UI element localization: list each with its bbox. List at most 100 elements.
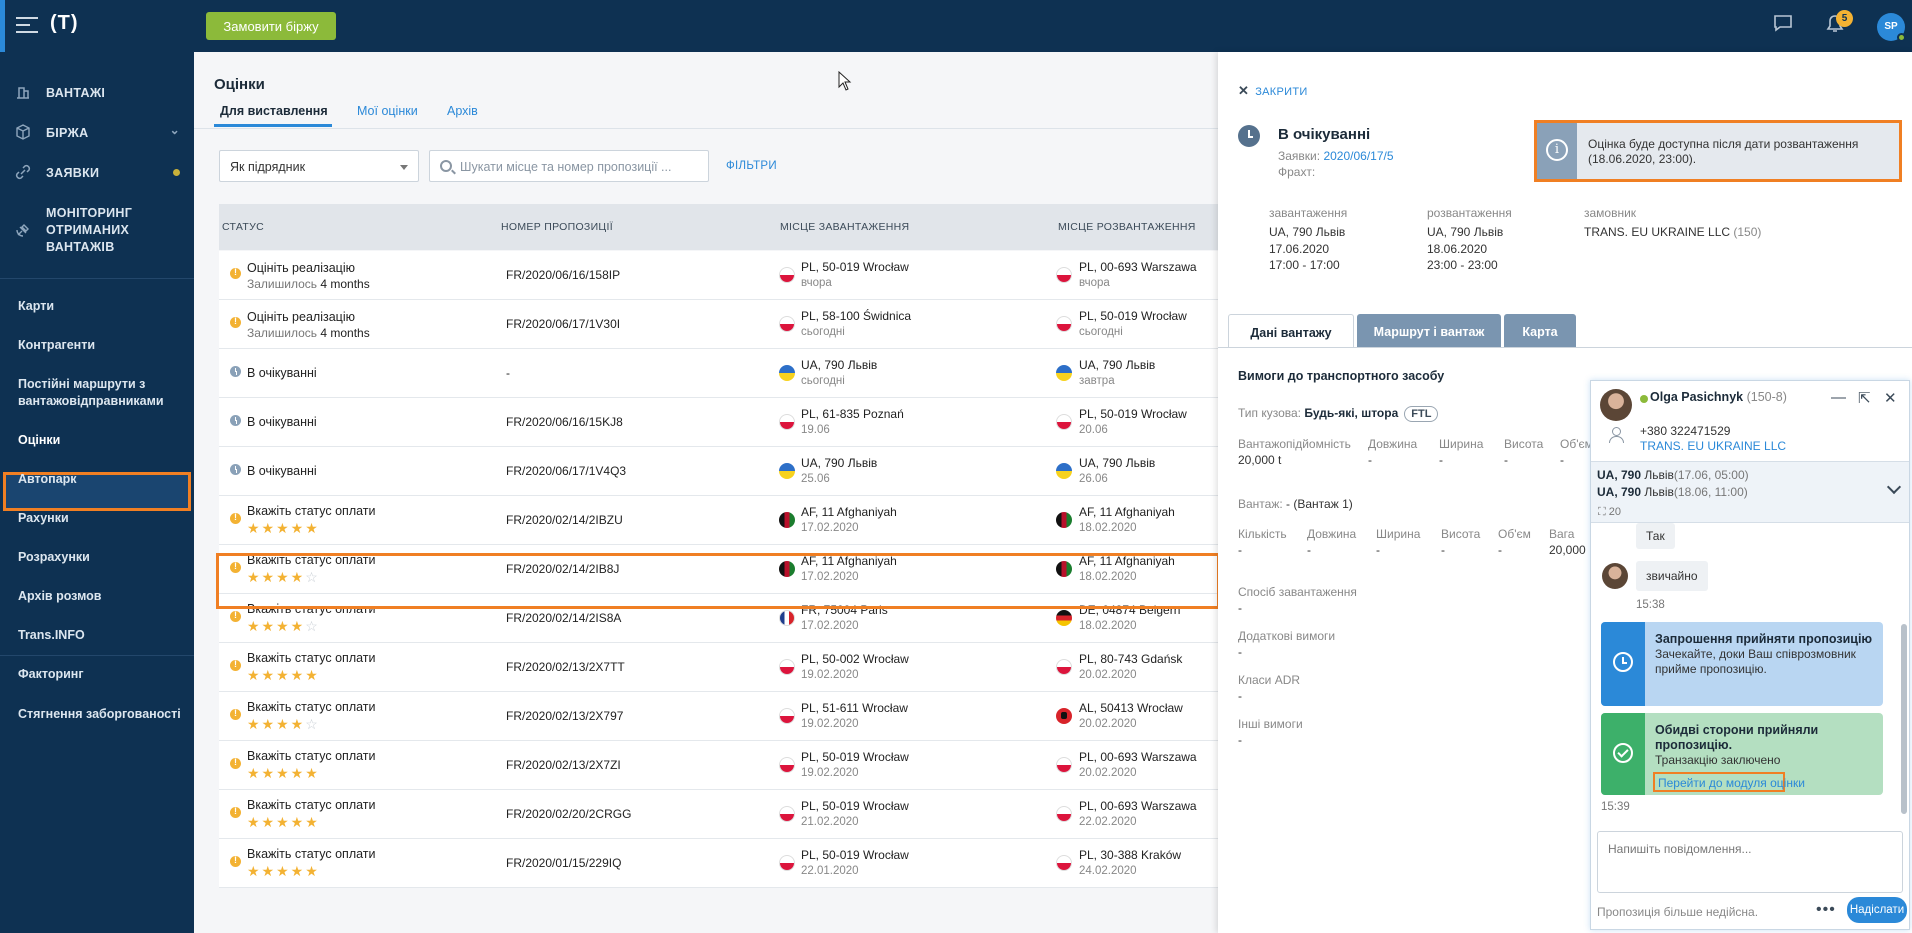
sidebar-item-monitoring[interactable]: МОНІТОРИНГ ОТРИМАНИХ ВАНТАЖІВ (0, 203, 194, 259)
rating-stars[interactable]: ★★★★☆ (247, 569, 320, 586)
route-count: ⛶ 20 (1598, 506, 1621, 519)
table-row[interactable]: Вкажіть статус оплати ★★★★★ FR/2020/01/15/… (219, 839, 1218, 888)
chevron-down-icon[interactable]: ⌄ (170, 123, 180, 137)
rating-stars[interactable]: ★★★★★ (247, 667, 320, 684)
rating-stars[interactable]: ★★★★☆ (247, 618, 320, 635)
clock-icon (230, 464, 241, 475)
table-row[interactable]: Оцініть реалізацію Залишилось 4 months FR/… (219, 300, 1218, 349)
tab-my-ratings[interactable]: Мої оцінки (357, 104, 418, 118)
rating-stars[interactable]: ★★★★☆ (247, 716, 320, 733)
search-box (429, 150, 709, 182)
expand-icon[interactable]: ⇱ (1858, 389, 1871, 407)
vehicle-col-label: Вантажопідйомність (1238, 437, 1351, 451)
role-select[interactable]: Як підрядник (219, 150, 419, 182)
row-status: Вкажіть статус оплати (247, 700, 376, 714)
table-row[interactable]: Вкажіть статус оплати ★★★★☆ FR/2020/02/14/… (219, 545, 1218, 594)
row-status: Вкажіть статус оплати (247, 651, 376, 665)
sidebar-item-debt-collection[interactable]: Стягнення заборгованості (18, 706, 181, 723)
top-accent (0, 0, 5, 52)
table-row[interactable]: Вкажіть статус оплати ★★★★★ FR/2020/02/13/… (219, 741, 1218, 790)
sidebar-item-contractors[interactable]: Контрагенти (18, 337, 95, 354)
unloading-place: UA, 790 Львів (1079, 456, 1156, 470)
tab-cargo-data[interactable]: Дані вантажу (1228, 314, 1354, 348)
row-status-sub: Залишилось 4 months (247, 326, 370, 340)
flag-icon (1056, 855, 1072, 871)
table-row[interactable]: В очікуванні FR/2020/06/17/1V4Q3 UA, 790 Л… (219, 447, 1218, 496)
column-header[interactable]: МІСЦЕ РОЗВАНТАЖЕННЯ (1058, 221, 1196, 233)
table-row[interactable]: Вкажіть статус оплати ★★★★☆ FR/2020/02/14/… (219, 594, 1218, 643)
scrollbar[interactable] (1901, 624, 1907, 814)
sidebar-item-orders[interactable]: ЗАЯВКИ (0, 163, 194, 183)
chat-icon[interactable] (1773, 14, 1793, 37)
close-icon: ✕ (1238, 83, 1250, 98)
rating-stars[interactable]: ★★★★★ (247, 520, 320, 537)
user-avatar[interactable]: SP (1877, 13, 1906, 42)
flag-icon (1056, 512, 1072, 528)
offer-number: FR/2020/02/13/2X7TT (506, 660, 625, 674)
flag-icon (1056, 610, 1072, 626)
sidebar-item-fleet[interactable]: Автопарк (18, 471, 77, 488)
minimize-icon[interactable]: — (1831, 389, 1846, 406)
contact-company[interactable]: TRANS. EU UKRAINE LLC (1640, 439, 1786, 453)
tab-archive[interactable]: Архів (447, 104, 478, 118)
flag-icon (779, 316, 795, 332)
rating-stars[interactable]: ★★★★★ (247, 863, 320, 880)
column-header[interactable]: СТАТУС (222, 221, 264, 233)
rating-stars[interactable]: ★★★★★ (247, 765, 320, 782)
sidebar-item-transinfo[interactable]: Trans.INFO (18, 627, 85, 644)
unloading-date: 18.02.2020 (1079, 522, 1137, 534)
unloading-date: 18.06.2020 (1427, 241, 1488, 256)
adr-label: Класи ADR (1238, 673, 1301, 687)
app-logo[interactable]: (T) (50, 12, 79, 35)
table-row[interactable]: В очікуванні - UA, 790 Львів сьогодні UA, 79… (219, 349, 1218, 398)
unloading-place: PL, 50-019 Wrocław (1079, 407, 1187, 421)
search-input[interactable] (460, 158, 700, 176)
table-row[interactable]: Вкажіть статус оплати ★★★★☆ FR/2020/02/13/… (219, 692, 1218, 741)
sidebar-item-chat-archive[interactable]: Архів розмов (18, 588, 102, 605)
close-button[interactable]: ✕ ЗАКРИТИ (1238, 83, 1308, 99)
unloading-date: сьогодні (1079, 326, 1123, 338)
table-row[interactable]: В очікуванні FR/2020/06/16/15KJ8 PL, 61-83… (219, 398, 1218, 447)
message-input[interactable] (1608, 842, 1892, 882)
go-to-ratings-link[interactable]: Перейти до модуля оцінки (1653, 772, 1805, 792)
tab-route-cargo[interactable]: Маршрут і вантаж (1357, 314, 1501, 348)
extra-requirements-label: Додаткові вимоги (1238, 629, 1336, 643)
sidebar-item-routes[interactable]: Постійні маршрути з вантажовідправниками (18, 376, 164, 410)
route-summary[interactable]: UA, 790 Львів(17.06, 05:00) UA, 790 Льві… (1591, 461, 1909, 523)
column-header[interactable]: МІСЦЕ ЗАВАНТАЖЕННЯ (780, 221, 909, 233)
chevron-down-icon[interactable] (1886, 479, 1902, 495)
menu-icon[interactable] (16, 17, 38, 35)
offer-number: FR/2020/02/13/2X797 (506, 709, 624, 723)
mouse-cursor-icon (838, 71, 852, 91)
contact-name-text: Olga Pasichnyk (1650, 390, 1744, 404)
column-header[interactable]: НОМЕР ПРОПОЗИЦІЇ (501, 221, 613, 233)
close-icon[interactable]: ✕ (1884, 389, 1897, 407)
sidebar-item-settlements[interactable]: Розрахунки (18, 549, 90, 566)
order-exchange-button[interactable]: Замовити біржу (206, 12, 336, 40)
send-button[interactable]: Надіслати (1847, 897, 1907, 923)
sidebar-item-invoices[interactable]: Рахунки (18, 510, 69, 527)
sidebar-item-cargo[interactable]: ВАНТАЖІ (0, 83, 194, 103)
contact-phone: +380 322471529 (1640, 424, 1731, 438)
loading-place: AF, 11 Afghaniyah (801, 505, 897, 519)
more-icon[interactable]: ••• (1816, 901, 1836, 919)
vehicle-col-label: Об'єм (1560, 437, 1593, 451)
sidebar-item-exchange[interactable]: БІРЖА ⌄ (0, 123, 194, 143)
table-row[interactable]: Вкажіть статус оплати ★★★★★ FR/2020/02/20/… (219, 790, 1218, 839)
flag-icon (1056, 414, 1072, 430)
vehicle-col-label: Довжина (1368, 437, 1418, 451)
sidebar-item-factoring[interactable]: Факторинг (18, 666, 84, 683)
filters-button[interactable]: ФІЛЬТРИ (726, 160, 777, 172)
sidebar-item-ratings[interactable]: Оцінки (18, 432, 60, 449)
rating-stars[interactable]: ★★★★★ (247, 814, 320, 831)
table-row[interactable]: Оцініть реалізацію Залишилось 4 months FR/… (219, 251, 1218, 300)
table-row[interactable]: Вкажіть статус оплати ★★★★★ FR/2020/02/14/… (219, 496, 1218, 545)
online-indicator (1640, 395, 1648, 403)
sidebar-item-maps[interactable]: Карти (18, 298, 54, 315)
tab-for-issuing[interactable]: Для виставлення (220, 104, 328, 118)
order-link[interactable]: 2020/06/17/5 (1323, 149, 1393, 163)
table-row[interactable]: Вкажіть статус оплати ★★★★★ FR/2020/02/13/… (219, 643, 1218, 692)
add-contact-icon[interactable] (1609, 427, 1624, 443)
offer-number: FR/2020/02/13/2X7ZI (506, 758, 621, 772)
tab-map[interactable]: Карта (1504, 314, 1576, 348)
